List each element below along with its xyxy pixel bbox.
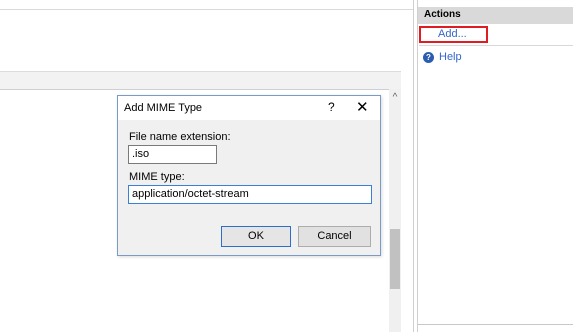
close-icon[interactable]: ✕	[356, 98, 369, 116]
top-pane	[0, 0, 413, 10]
help-action-link[interactable]: Help	[439, 51, 462, 63]
dialog-help-button[interactable]: ?	[328, 100, 335, 114]
mime-type-input[interactable]: application/octet-stream	[128, 185, 372, 204]
file-extension-label: File name extension:	[129, 131, 231, 143]
add-action-link[interactable]: Add...	[438, 28, 467, 40]
mime-type-label: MIME type:	[129, 171, 185, 183]
help-icon[interactable]: ?	[423, 52, 434, 63]
list-column-header	[0, 71, 401, 90]
ok-button[interactable]: OK	[221, 226, 291, 247]
scrollbar-thumb[interactable]	[390, 229, 400, 289]
dialog-title: Add MIME Type	[124, 102, 203, 114]
actions-title: Actions	[424, 9, 461, 20]
actions-divider	[419, 45, 573, 46]
file-extension-input[interactable]: .iso	[128, 145, 217, 164]
actions-bottom-divider	[418, 324, 573, 325]
pane-divider	[413, 0, 414, 332]
actions-pane	[417, 0, 573, 332]
vertical-scrollbar[interactable]	[389, 89, 401, 332]
scroll-up-arrow-icon[interactable]: ^	[389, 91, 401, 105]
cancel-button[interactable]: Cancel	[298, 226, 371, 247]
